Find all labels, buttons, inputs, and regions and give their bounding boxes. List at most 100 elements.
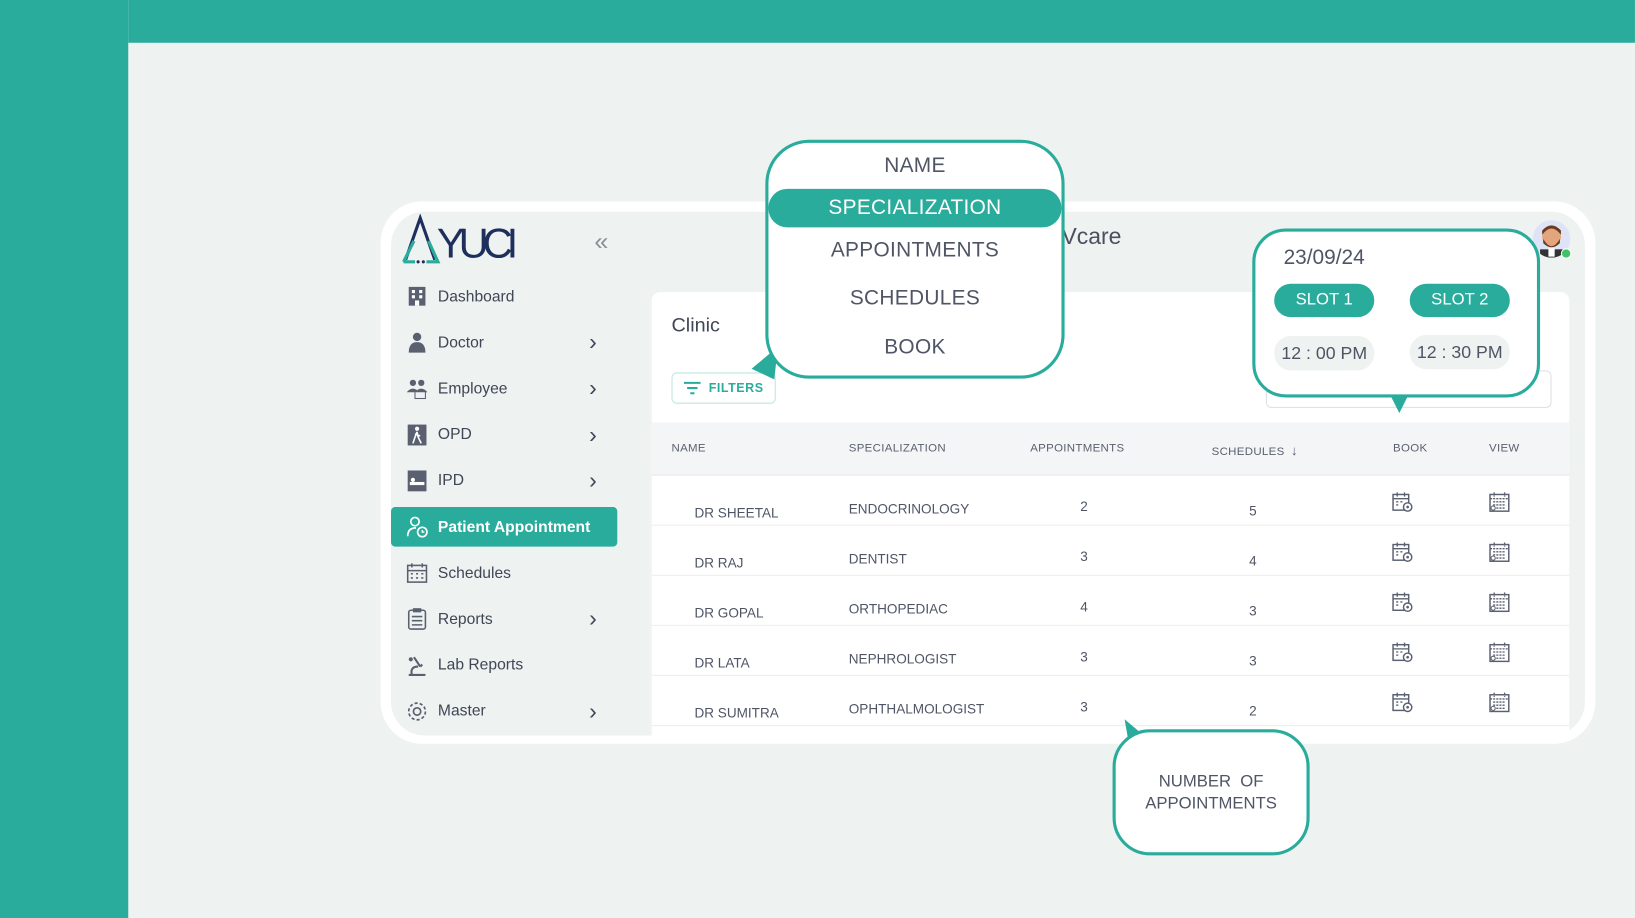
specialization: ORTHOPEDIAC xyxy=(848,600,948,617)
schedules-count: 5 xyxy=(1249,502,1257,519)
employees-icon xyxy=(406,377,429,400)
table-row[interactable]: DR GOPAL ORTHOPEDIAC 4 3 xyxy=(651,576,1570,626)
sidebar-item-lab-reports[interactable]: Lab Reports xyxy=(391,645,617,685)
hospital-bed-icon xyxy=(406,469,429,492)
column-header-label: SCHEDULES xyxy=(1211,445,1285,458)
chevron-right-icon[interactable]: › xyxy=(589,329,597,356)
callout-text: NUMBER OF APPOINTMENTS xyxy=(1145,770,1277,814)
callout-item-book[interactable]: BOOK xyxy=(768,336,1061,360)
column-header-appointments[interactable]: APPOINTMENTS xyxy=(1030,442,1124,455)
appointments-count: 3 xyxy=(1080,648,1088,665)
online-status-dot xyxy=(1560,248,1572,259)
specialization: OPHTHALMOLOGIST xyxy=(848,701,985,717)
sidebar-item-schedules[interactable]: Schedules xyxy=(391,553,617,593)
column-header-label: BOOK xyxy=(1393,442,1428,455)
book-calendar-icon[interactable] xyxy=(1391,490,1414,513)
chevron-right-icon[interactable]: › xyxy=(589,698,597,725)
specialization: NEPHROLOGIST xyxy=(848,650,957,667)
callout-line-1: NUMBER OF xyxy=(1158,772,1264,791)
logo-mark-icon: YUCI xyxy=(402,213,518,267)
appointments-callout: NUMBER OF APPOINTMENTS xyxy=(1112,729,1310,856)
sidebar-item-patient-appointment[interactable]: Patient Appointment xyxy=(391,506,618,547)
column-header-book[interactable]: BOOK xyxy=(1393,442,1427,455)
slot-1-time[interactable]: 12 : 00 PM xyxy=(1274,335,1375,371)
callout-item-schedules[interactable]: SCHEDULES xyxy=(768,287,1061,311)
slots-callout: 23/09/24 SLOT 1 SLOT 2 12 : 00 PM 12 : 3… xyxy=(1252,228,1541,398)
sort-arrow-down-icon[interactable]: ↓ xyxy=(1291,442,1298,458)
column-header-label: SPECIALIZATION xyxy=(848,442,946,455)
clipboard-icon xyxy=(406,608,429,631)
slot-2-button[interactable]: SLOT 2 xyxy=(1409,283,1510,318)
section-title: Clinic xyxy=(671,315,720,337)
specialization: ENDOCRINOLOGY xyxy=(848,500,970,517)
book-calendar-icon[interactable] xyxy=(1391,641,1414,664)
table-row[interactable]: DR SHEETAL ENDOCRINOLOGY 2 5 xyxy=(651,476,1570,526)
chevron-right-icon[interactable]: › xyxy=(589,605,597,632)
sidebar-item-dashboard[interactable]: Dashboard xyxy=(391,276,617,316)
schedules-count: 3 xyxy=(1249,602,1257,619)
sidebar-item-label: Reports xyxy=(437,610,493,628)
view-calendar-icon[interactable] xyxy=(1488,540,1511,563)
callout-item-specialization[interactable]: SPECIALIZATION xyxy=(768,188,1062,228)
sidebar-item-label: Schedules xyxy=(437,564,511,582)
slot-1-button[interactable]: SLOT 1 xyxy=(1274,283,1375,318)
microscope-icon xyxy=(406,654,429,677)
table-row[interactable]: DR LATA NEPHROLOGIST 3 3 xyxy=(651,626,1570,676)
sidebar-item-label: Patient Appointment xyxy=(437,517,591,536)
appointments-count: 3 xyxy=(1080,548,1088,565)
doctor-icon xyxy=(406,331,429,354)
column-header-specialization[interactable]: SPECIALIZATION xyxy=(849,442,946,455)
hospital-building-icon xyxy=(406,285,429,308)
column-header-label: VIEW xyxy=(1488,442,1520,455)
doctor-name: DR LATA xyxy=(694,655,750,671)
sidebar-item-ipd[interactable]: IPD › xyxy=(391,461,617,501)
logo: YUCI xyxy=(401,213,521,267)
left-accent-bar xyxy=(0,0,129,918)
filter-icon xyxy=(683,381,701,395)
appointments-count: 3 xyxy=(1080,698,1088,715)
schedules-count: 4 xyxy=(1249,552,1257,569)
sidebar-item-reports[interactable]: Reports › xyxy=(391,599,617,639)
filters-button[interactable]: FILTERS xyxy=(671,372,776,404)
gear-icon xyxy=(406,700,429,723)
sidebar-item-label: Master xyxy=(437,702,486,721)
appointments-count: 2 xyxy=(1080,498,1088,515)
column-header-view[interactable]: VIEW xyxy=(1489,442,1520,455)
callout-item-appointments[interactable]: APPOINTMENTS xyxy=(768,239,1061,263)
screen: YUCI « Dashboard Doctor › Employee › OPD › IPD ›… xyxy=(0,0,1635,918)
doctor-name: DR GOPAL xyxy=(694,605,764,621)
column-header-name[interactable]: NAME xyxy=(671,442,705,455)
sidebar-item-employee[interactable]: Employee › xyxy=(391,369,617,409)
sidebar-item-master[interactable]: Master › xyxy=(391,691,617,731)
header-title: Vcare xyxy=(1061,223,1122,250)
table-row[interactable]: DR RAJ DENTIST 3 4 xyxy=(651,526,1570,576)
slot-2-time[interactable]: 12 : 30 PM xyxy=(1409,334,1510,370)
book-calendar-icon[interactable] xyxy=(1391,590,1414,613)
sidebar-item-doctor[interactable]: Doctor › xyxy=(391,323,617,363)
view-calendar-icon[interactable] xyxy=(1488,641,1511,664)
view-calendar-icon[interactable] xyxy=(1488,691,1511,714)
view-calendar-icon[interactable] xyxy=(1488,490,1511,513)
appointments-count: 4 xyxy=(1080,598,1088,615)
doctor-name: DR RAJ xyxy=(694,554,744,571)
top-accent-bar xyxy=(128,0,1635,43)
column-header-schedules[interactable]: SCHEDULES ↓ xyxy=(1212,442,1298,458)
column-header-label: NAME xyxy=(671,442,706,455)
schedules-count: 3 xyxy=(1249,653,1257,669)
sidebar-item-label: Employee xyxy=(437,379,508,398)
table-row[interactable]: DR SUMITRA OPHTHALMOLOGIST 3 2 xyxy=(651,676,1570,727)
book-calendar-icon[interactable] xyxy=(1391,540,1414,563)
chevron-right-icon[interactable]: › xyxy=(589,375,597,402)
book-calendar-icon[interactable] xyxy=(1391,691,1414,714)
chevron-right-icon[interactable]: › xyxy=(589,421,597,448)
svg-text:YUCI: YUCI xyxy=(437,220,518,266)
sidebar-item-opd[interactable]: OPD › xyxy=(391,415,617,455)
callout-line-2: APPOINTMENTS xyxy=(1145,794,1277,813)
callout-item-name[interactable]: NAME xyxy=(768,154,1061,178)
double-chevron-left-icon[interactable]: « xyxy=(594,227,608,256)
chevron-right-icon[interactable]: › xyxy=(589,467,597,494)
schedules-count: 2 xyxy=(1249,703,1257,719)
table-header: NAME SPECIALIZATION APPOINTMENTS SCHEDULES ↓… xyxy=(651,422,1570,476)
walking-person-icon xyxy=(406,423,429,446)
view-calendar-icon[interactable] xyxy=(1488,590,1511,613)
